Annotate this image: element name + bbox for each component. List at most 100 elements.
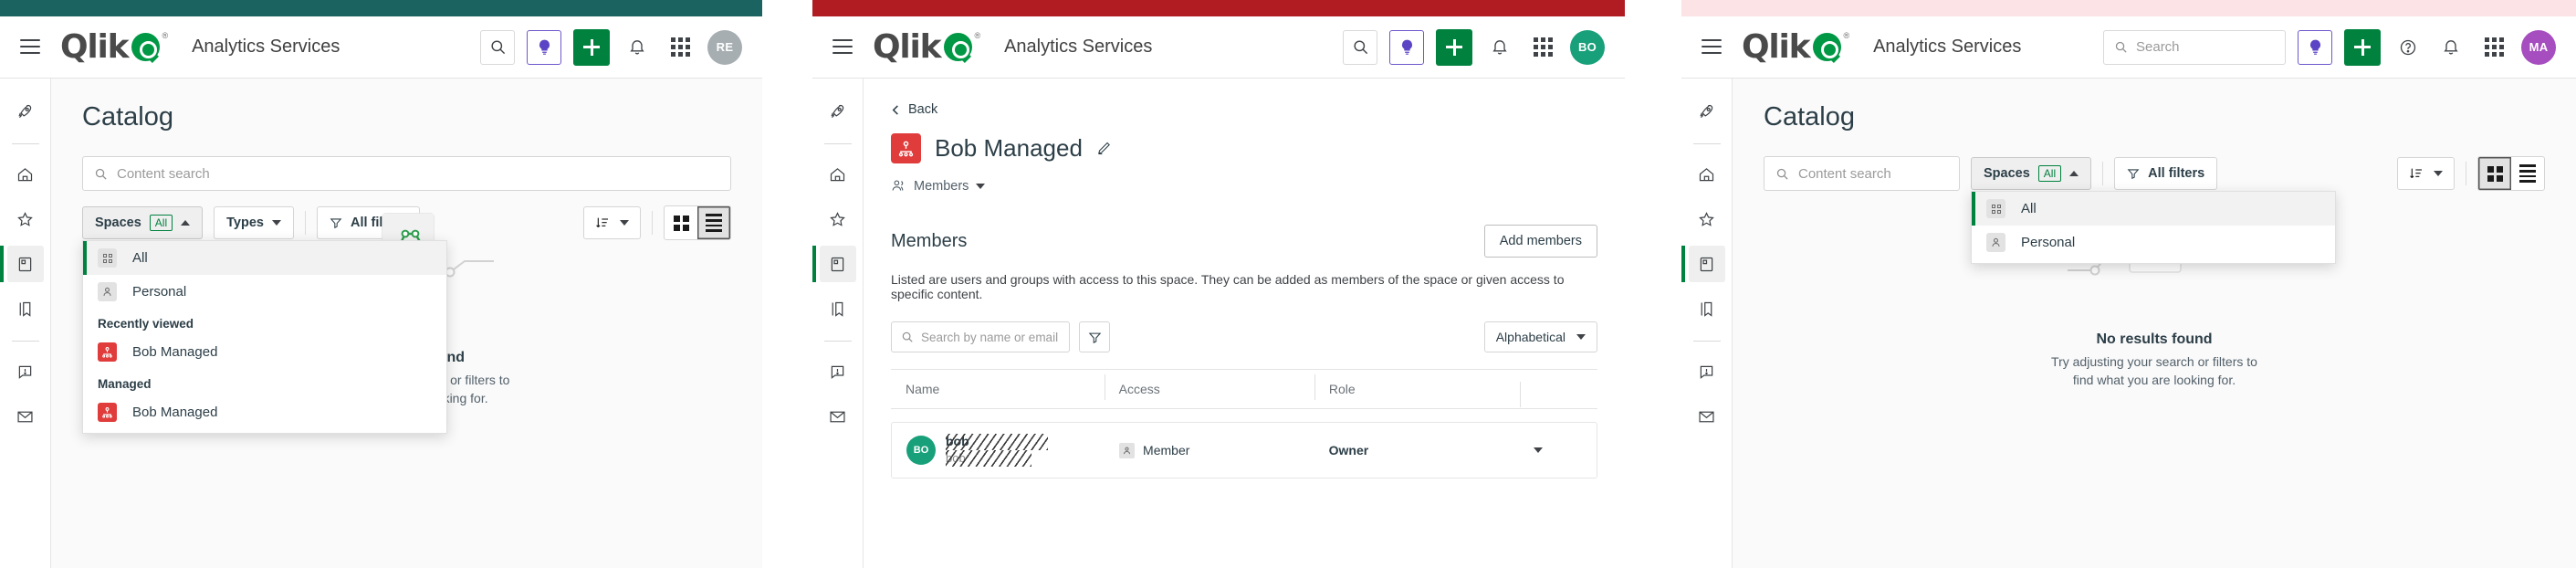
insight-advisor-icon[interactable] bbox=[527, 29, 561, 65]
logo-text: Qlik bbox=[60, 27, 130, 66]
members-tab[interactable]: Members bbox=[891, 178, 1597, 194]
avatar[interactable]: RE bbox=[707, 29, 742, 65]
search-input[interactable]: Search bbox=[2103, 29, 2286, 65]
pencil-icon[interactable] bbox=[1096, 141, 1112, 156]
create-button[interactable] bbox=[1436, 28, 1472, 66]
member-email-redacted: bob bbox=[946, 450, 1031, 467]
sidebar-item-catalog[interactable] bbox=[1681, 246, 1725, 282]
qlik-q-icon bbox=[944, 33, 973, 61]
members-table-header: Name Access Role bbox=[891, 369, 1597, 409]
sidebar-item-subscriptions[interactable] bbox=[7, 398, 44, 435]
create-button[interactable] bbox=[2344, 28, 2381, 66]
qlik-logo[interactable]: Qlik ® bbox=[60, 27, 169, 66]
sidebar-item-favorites[interactable] bbox=[820, 201, 856, 237]
dropdown-item-personal[interactable]: Personal bbox=[1972, 226, 2335, 259]
app-launcher-icon[interactable] bbox=[2478, 32, 2509, 63]
notifications-icon[interactable] bbox=[2435, 32, 2466, 63]
managed-space-icon bbox=[98, 342, 117, 362]
page-title: Catalog bbox=[1764, 102, 1855, 131]
sidebar-item-alerts[interactable] bbox=[820, 353, 856, 390]
dropdown-item-label: All bbox=[2021, 201, 2037, 216]
app-launcher-icon[interactable] bbox=[665, 32, 696, 63]
managed-space-icon bbox=[891, 133, 921, 163]
left-sidebar bbox=[812, 79, 864, 568]
space-detail-content: Back Bob Managed Members Members Add mem… bbox=[864, 79, 1625, 568]
left-sidebar bbox=[1681, 79, 1733, 568]
sidebar-item-catalog[interactable] bbox=[0, 246, 44, 282]
sidebar-item-subscriptions[interactable] bbox=[1689, 398, 1725, 435]
screenshot-stage: Qlik ® Analytics Services RE Catalog Con… bbox=[0, 0, 2576, 568]
chevron-up-icon bbox=[2069, 171, 2079, 176]
avatar[interactable]: MA bbox=[2521, 29, 2556, 65]
members-sort-value: Alphabetical bbox=[1495, 330, 1565, 344]
sidebar-item-catalog[interactable] bbox=[812, 246, 856, 282]
dropdown-item-label: Bob Managed bbox=[132, 405, 218, 420]
dropdown-item-label: Personal bbox=[2021, 235, 2076, 250]
sidebar-item-alerts[interactable] bbox=[1689, 353, 1725, 390]
create-button[interactable] bbox=[573, 28, 610, 66]
hamburger-icon[interactable] bbox=[1702, 39, 1722, 55]
qlik-q-icon bbox=[131, 33, 161, 61]
dropdown-item-personal[interactable]: Personal bbox=[83, 275, 446, 309]
members-section-header: Members Add members bbox=[891, 225, 1597, 258]
qlik-logo[interactable]: Qlik ® bbox=[1742, 30, 1850, 64]
sidebar-item-collections[interactable] bbox=[1689, 290, 1725, 327]
sidebar-item-subscriptions[interactable] bbox=[820, 398, 856, 435]
sidebar-item-getting-started[interactable] bbox=[820, 93, 856, 130]
dropdown-item-bob-managed[interactable]: Bob Managed bbox=[83, 395, 446, 429]
dropdown-item-bob-managed-recent[interactable]: Bob Managed bbox=[83, 335, 446, 369]
dropdown-item-all[interactable]: All bbox=[1972, 192, 2335, 226]
sidebar-item-collections[interactable] bbox=[7, 290, 44, 327]
sidebar-divider bbox=[1692, 341, 1721, 342]
left-sidebar bbox=[0, 79, 51, 568]
member-name-cell: BO bob bob bbox=[892, 433, 1105, 467]
sidebar-item-getting-started[interactable] bbox=[1689, 93, 1725, 130]
sidebar-item-home[interactable] bbox=[1689, 156, 1725, 193]
accent-bar bbox=[1681, 0, 2576, 16]
avatar: BO bbox=[906, 436, 936, 465]
sidebar-item-collections[interactable] bbox=[820, 290, 856, 327]
avatar[interactable]: BO bbox=[1570, 29, 1605, 65]
header-actions: RE bbox=[480, 28, 742, 66]
app-title: Analytics Services bbox=[1873, 37, 2022, 57]
qlik-logo[interactable]: Qlik ® bbox=[873, 30, 980, 64]
empty-state-subtitle: Try adjusting your search or filters to … bbox=[2051, 354, 2257, 388]
sidebar-item-home[interactable] bbox=[7, 156, 44, 193]
insight-advisor-icon[interactable] bbox=[1389, 29, 1424, 65]
sidebar-item-favorites[interactable] bbox=[1689, 201, 1725, 237]
sidebar-divider bbox=[823, 143, 852, 144]
content-search-input[interactable]: Content search bbox=[82, 156, 731, 191]
notifications-icon[interactable] bbox=[622, 32, 653, 63]
chevron-down-icon bbox=[1576, 334, 1586, 340]
members-search-input[interactable]: Search by name or email bbox=[891, 321, 1070, 352]
insight-advisor-icon[interactable] bbox=[2298, 29, 2332, 65]
managed-space-icon bbox=[98, 403, 117, 422]
members-toolbar: Search by name or email Alphabetical bbox=[891, 321, 1597, 352]
members-sort-select[interactable]: Alphabetical bbox=[1483, 321, 1597, 352]
help-icon[interactable] bbox=[2393, 32, 2424, 63]
trademark-mark: ® bbox=[1843, 30, 1850, 40]
member-access-cell: Member bbox=[1105, 442, 1314, 458]
dropdown-group-managed: Managed bbox=[98, 377, 152, 391]
notifications-icon[interactable] bbox=[1484, 32, 1515, 63]
column-header-access: Access bbox=[1104, 374, 1314, 400]
back-link[interactable]: Back bbox=[891, 102, 1597, 117]
table-row[interactable]: BO bob bob bbox=[891, 422, 1597, 479]
spaces-dropdown: All Personal bbox=[1971, 191, 2336, 264]
app-launcher-icon[interactable] bbox=[1527, 32, 1558, 63]
filter-icon[interactable] bbox=[1079, 321, 1110, 352]
member-role-cell: Owner bbox=[1314, 443, 1519, 458]
row-menu-button[interactable] bbox=[1519, 447, 1597, 453]
sidebar-item-home[interactable] bbox=[820, 156, 856, 193]
hamburger-icon[interactable] bbox=[20, 39, 40, 55]
search-icon[interactable] bbox=[1343, 29, 1377, 65]
search-icon[interactable] bbox=[480, 29, 515, 65]
sidebar-item-alerts[interactable] bbox=[7, 353, 44, 390]
dropdown-item-all[interactable]: All bbox=[83, 241, 446, 275]
add-members-button[interactable]: Add members bbox=[1483, 225, 1597, 258]
hamburger-icon[interactable] bbox=[832, 39, 853, 55]
sidebar-item-favorites[interactable] bbox=[7, 201, 44, 237]
trademark-mark: ® bbox=[162, 30, 169, 40]
sidebar-item-getting-started[interactable] bbox=[7, 93, 44, 130]
accent-bar bbox=[812, 0, 1625, 16]
